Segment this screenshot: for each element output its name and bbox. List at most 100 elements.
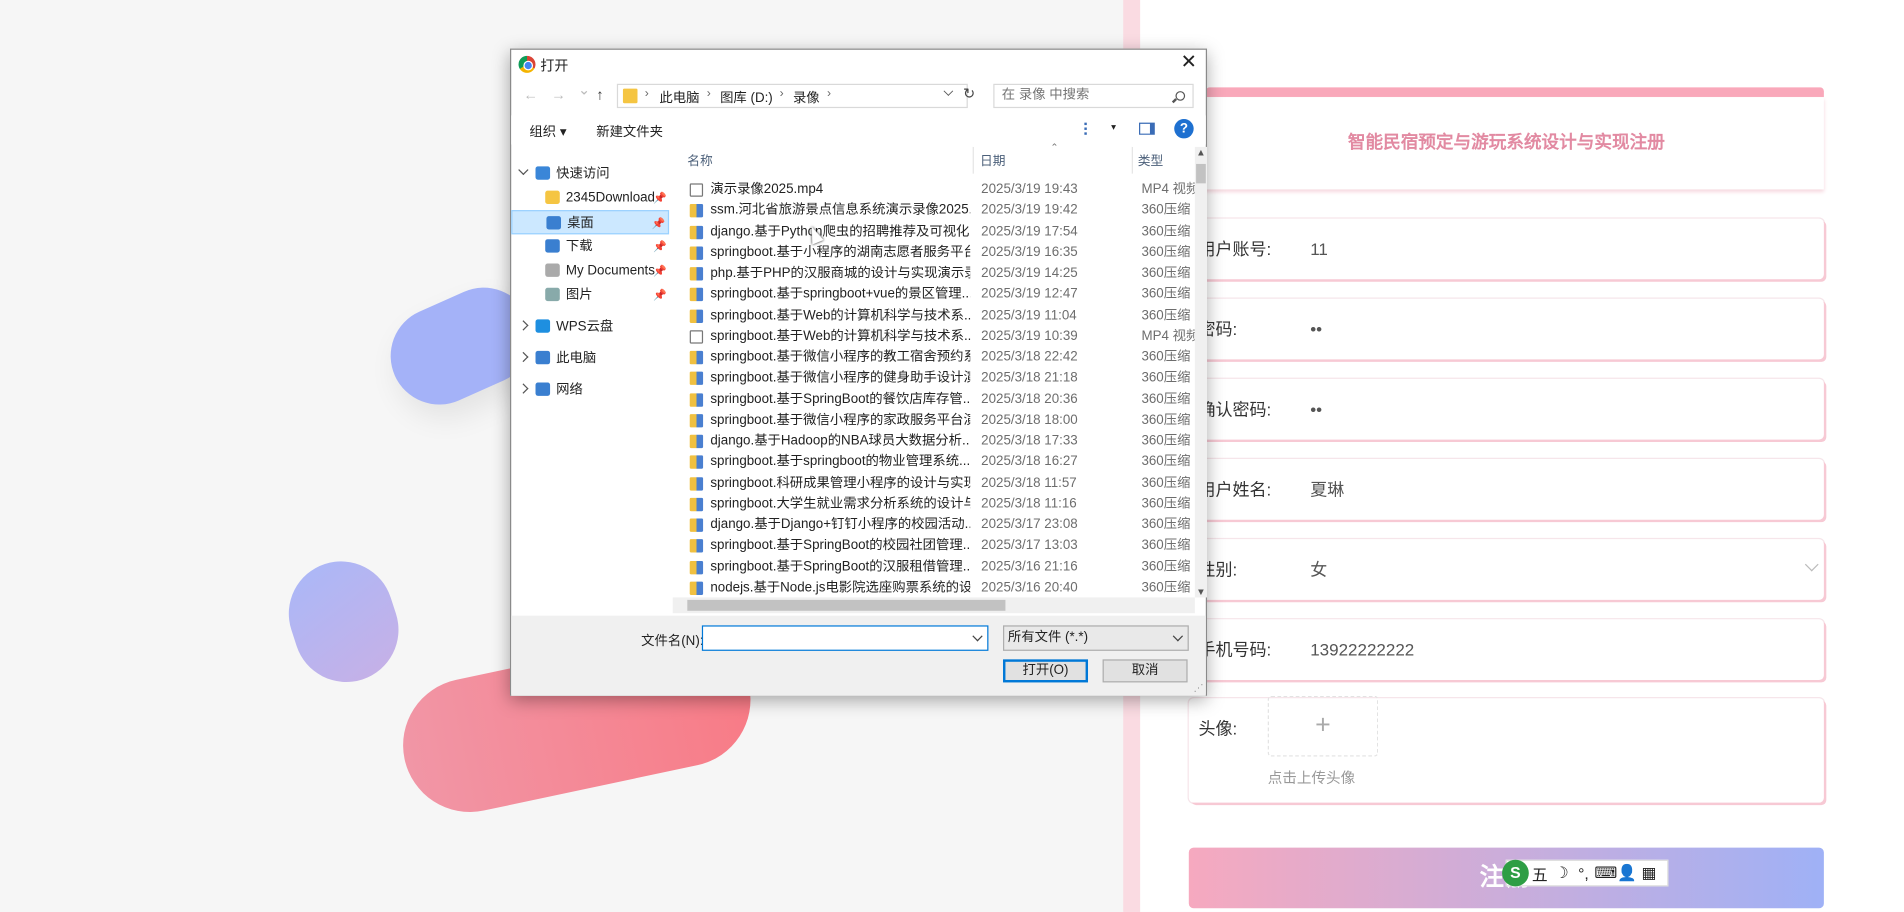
view-options-icon[interactable]: [1084, 122, 1101, 135]
recent-locations-icon[interactable]: ⌄: [578, 81, 590, 98]
forward-icon[interactable]: →: [551, 86, 566, 103]
field-input[interactable]: 13922222222: [1310, 619, 1414, 680]
file-row[interactable]: php.基于PHP的汉服商城的设计与实现演示录... 2025/3/19 14:2…: [682, 264, 1216, 285]
help-icon[interactable]: ?: [1174, 119, 1194, 139]
breadcrumb-drive[interactable]: 图库 (D:): [720, 87, 773, 106]
column-divider[interactable]: [1131, 146, 1133, 174]
filename-input[interactable]: [701, 625, 989, 651]
nav-item[interactable]: 下载 📌: [511, 234, 669, 258]
file-row[interactable]: springboot.科研成果管理小程序的设计与实现... 2025/3/18 1…: [682, 473, 1216, 494]
field-input[interactable]: 11: [1310, 219, 1328, 280]
address-bar[interactable]: › 此电脑 › 图库 (D:) › 录像 ›: [616, 83, 968, 109]
archive-file-icon: [689, 246, 704, 260]
ime-grid-icon[interactable]: ▦: [1638, 863, 1660, 882]
file-row[interactable]: springboot.大学生就业需求分析系统的设计与... 2025/3/18 1…: [682, 494, 1216, 515]
nav-item[interactable]: My Documents 📌: [511, 259, 669, 283]
chevron-right-icon[interactable]: [518, 320, 529, 331]
field-input[interactable]: ••: [1310, 299, 1322, 360]
file-row[interactable]: django.基于Hadoop的NBA球员大数据分析... 2025/3/18 1…: [682, 431, 1216, 452]
chevron-down-icon[interactable]: [518, 164, 529, 176]
file-name: springboot.基于Web的计算机科学与技术系...: [710, 328, 971, 344]
vertical-scroll-thumb[interactable]: [1196, 163, 1206, 184]
nav-item[interactable]: 网络: [511, 378, 669, 402]
horizontal-scroll-thumb[interactable]: [687, 599, 1006, 611]
nav-item-icon: [535, 319, 551, 333]
file-row[interactable]: springboot.基于SpringBoot的校园社团管理... 2025/3/…: [682, 536, 1216, 557]
ime-punct-icon[interactable]: °,: [1573, 864, 1595, 882]
breadcrumb-sep[interactable]: ›: [707, 87, 711, 100]
ime-mode-icon[interactable]: 五: [1529, 862, 1551, 885]
search-input[interactable]: [1001, 87, 1172, 103]
file-row[interactable]: ssm.河北省旅游景点信息系统演示录像2025.zip 2025/3/19 19:…: [682, 201, 1216, 222]
nav-item[interactable]: WPS云盘: [511, 315, 669, 339]
nav-item[interactable]: 此电脑: [511, 346, 669, 370]
breadcrumb-sep[interactable]: ›: [827, 87, 831, 100]
ime-moon-icon[interactable]: ☽: [1551, 863, 1573, 882]
organize-button[interactable]: 组织 ▾: [529, 121, 566, 140]
file-date: 2025/3/19 10:39: [981, 328, 1078, 344]
file-row[interactable]: springboot.基于springboot+vue的景区管理... 2025/…: [682, 284, 1216, 305]
archive-file-icon: [689, 350, 704, 365]
file-row[interactable]: springboot.基于微信小程序的家政服务平台演... 2025/3/18 1…: [682, 410, 1216, 431]
file-type: 360压缩: [1141, 412, 1191, 428]
file-name: springboot.基于SpringBoot的餐饮店库存管...: [710, 391, 971, 407]
ime-keyboard-icon[interactable]: ⌨: [1594, 863, 1617, 882]
chevron-down-icon[interactable]: [1804, 557, 1819, 572]
archive-file-icon: [689, 560, 704, 574]
close-icon[interactable]: ✕: [1172, 50, 1206, 77]
dialog-titlebar[interactable]: 打开 ✕: [511, 50, 1206, 79]
resize-grip-icon[interactable]: ⋰: [1194, 682, 1204, 693]
field-input[interactable]: ••: [1310, 379, 1322, 440]
file-row[interactable]: springboot.基于小程序的湖南志愿者服务平台... 2025/3/19 1…: [682, 243, 1216, 264]
avatar-upload-button[interactable]: +: [1267, 695, 1379, 757]
filetype-select[interactable]: 所有文件 (*.*): [1003, 625, 1189, 651]
nav-item[interactable]: 2345Download 📌: [511, 186, 669, 210]
open-button[interactable]: 打开(O): [1003, 659, 1089, 683]
cancel-button[interactable]: 取消: [1102, 659, 1188, 683]
horizontal-scrollbar[interactable]: [672, 597, 1195, 614]
file-row[interactable]: django.基于Django+钉钉小程序的校园活动... 2025/3/17 2…: [682, 515, 1216, 536]
file-type: 360压缩: [1141, 391, 1191, 407]
search-box[interactable]: [993, 83, 1194, 109]
scroll-up-icon[interactable]: ▲: [1196, 147, 1206, 158]
breadcrumb-this-pc[interactable]: 此电脑: [659, 87, 699, 106]
back-icon[interactable]: ←: [523, 86, 538, 103]
breadcrumb-folder[interactable]: 录像: [793, 87, 820, 106]
vertical-scrollbar[interactable]: ▲ ▼: [1194, 146, 1208, 598]
file-row[interactable]: springboot.基于Web的计算机科学与技术系... 2025/3/19 1…: [682, 305, 1216, 326]
file-row[interactable]: springboot.基于微信小程序的教工宿舍预约系... 2025/3/18 2…: [682, 347, 1216, 368]
file-row[interactable]: springboot.基于Web的计算机科学与技术系... 2025/3/19 1…: [682, 326, 1216, 347]
nav-item[interactable]: 快速访问: [511, 162, 669, 186]
file-row[interactable]: springboot.基于springboot的物业管理系统... 2025/3/…: [682, 452, 1216, 473]
chevron-right-icon[interactable]: [518, 383, 529, 394]
file-row[interactable]: springboot.基于SpringBoot的餐饮店库存管... 2025/3/…: [682, 389, 1216, 410]
file-name: django.基于Python爬虫的招聘推荐及可视化...: [710, 224, 971, 239]
filename-dropdown-icon[interactable]: [972, 631, 983, 642]
ime-user-icon[interactable]: 👤: [1616, 863, 1638, 882]
file-row[interactable]: springboot.基于SpringBoot的汉服租借管理... 2025/3/…: [682, 557, 1216, 578]
file-name: springboot.基于小程序的湖南志愿者服务平台...: [710, 244, 971, 260]
chevron-right-icon[interactable]: [518, 351, 529, 363]
file-row[interactable]: 演示录像2025.mp4 2025/3/19 19:43 MP4 视频: [682, 180, 1216, 201]
column-divider[interactable]: [972, 146, 974, 174]
nav-item[interactable]: 桌面 📌: [511, 210, 670, 235]
column-date[interactable]: 日期: [980, 152, 1006, 170]
scroll-down-icon[interactable]: ▼: [1196, 587, 1206, 598]
file-row[interactable]: springboot.基于微信小程序的健身助手设计演... 2025/3/18 2…: [682, 368, 1216, 389]
file-row[interactable]: django.基于Python爬虫的招聘推荐及可视化... 2025/3/19 1…: [682, 222, 1216, 243]
up-icon[interactable]: ↑: [596, 86, 603, 103]
ime-toolbar[interactable]: S 五 ☽ °, ⌨ 👤 ▦: [1502, 859, 1669, 887]
file-name: springboot.基于微信小程序的家政服务平台演...: [710, 412, 971, 428]
file-type: 360压缩: [1141, 559, 1191, 574]
refresh-icon[interactable]: ↻: [963, 85, 980, 102]
file-row[interactable]: nodejs.基于Node.js电影院选座购票系统的设... 2025/3/16 …: [682, 578, 1216, 599]
new-folder-button[interactable]: 新建文件夹: [596, 121, 663, 140]
field-input[interactable]: 夏琳: [1310, 459, 1344, 520]
column-type[interactable]: 类型: [1138, 152, 1164, 170]
preview-pane-icon[interactable]: [1139, 122, 1155, 135]
breadcrumb-sep[interactable]: ›: [780, 87, 784, 100]
field-input[interactable]: 女: [1310, 539, 1327, 600]
column-name[interactable]: 名称: [687, 152, 713, 170]
view-dropdown-icon[interactable]: ▾: [1111, 121, 1116, 132]
nav-item[interactable]: 图片 📌: [511, 283, 669, 307]
